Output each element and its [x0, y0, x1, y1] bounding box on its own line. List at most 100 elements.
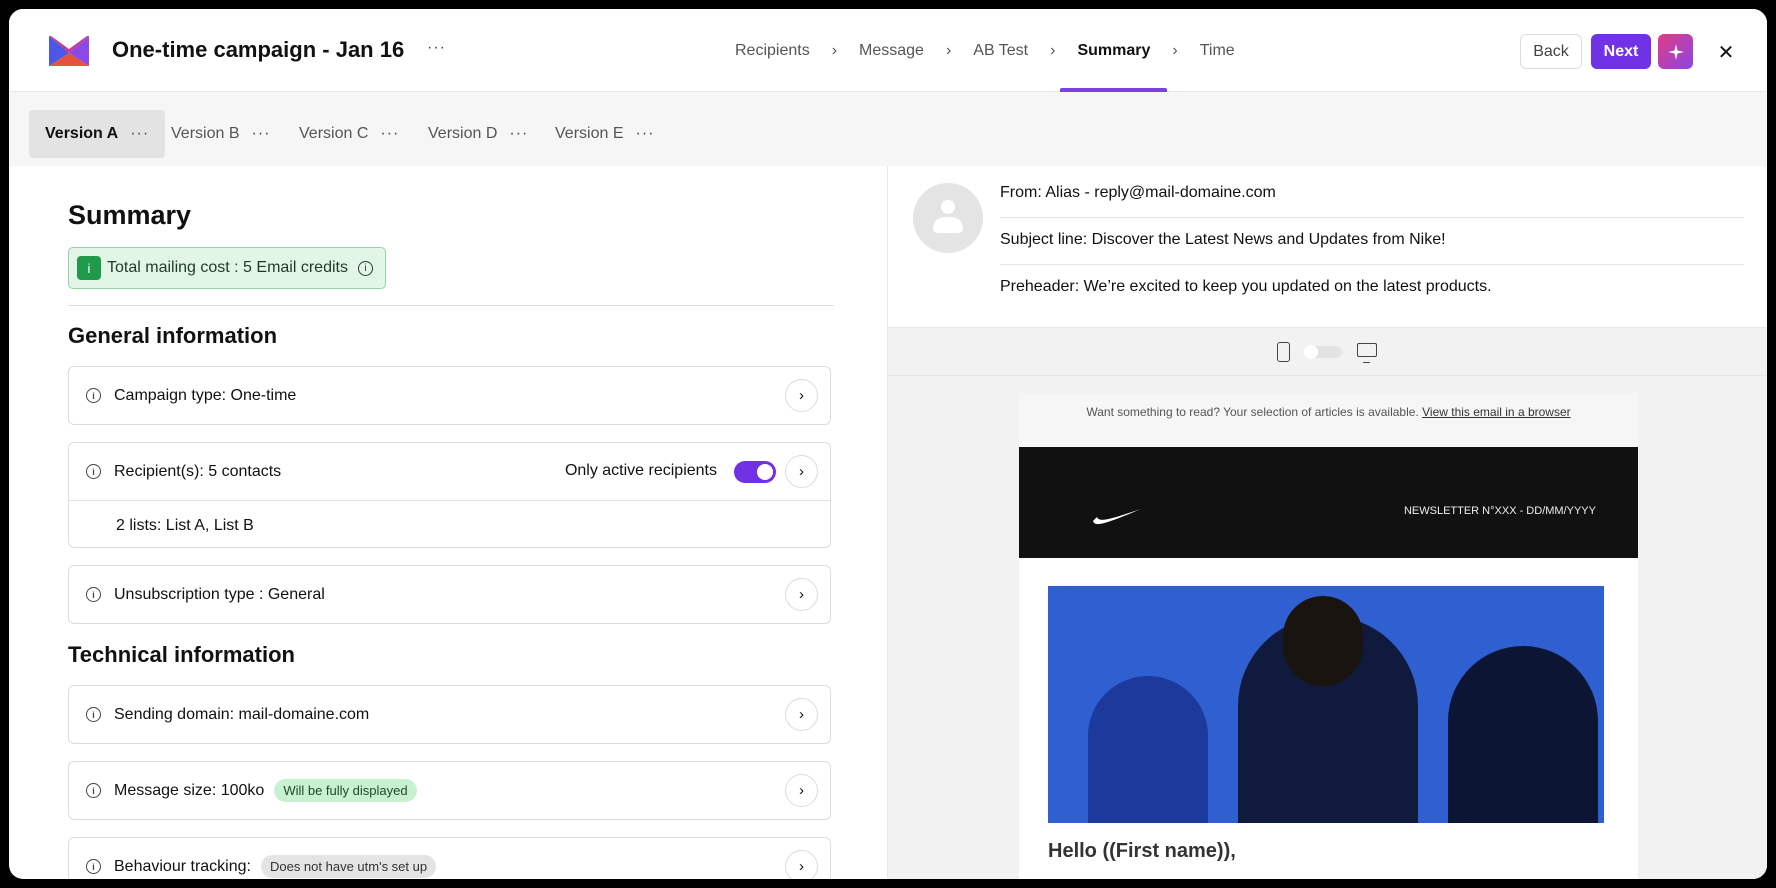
tab-label: Version C — [299, 125, 369, 142]
info-icon[interactable]: i — [357, 260, 373, 276]
tab-version-d[interactable]: Version D ··· — [412, 110, 544, 158]
sparkle-icon — [1667, 43, 1684, 60]
unsubscription-row: i Unsubscription type : General › — [69, 566, 830, 623]
hero-figure — [1088, 676, 1208, 823]
user-icon-body — [933, 217, 963, 233]
summary-heading: Summary — [68, 200, 192, 230]
summary-panel: Summary i Total mailing cost : 5 Email c… — [9, 166, 887, 879]
unsubscription-card: i Unsubscription type : General › — [68, 565, 831, 624]
technical-info-heading: Technical information — [68, 642, 295, 667]
info-icon: i — [86, 587, 101, 602]
chevron-right-icon[interactable]: › — [785, 698, 818, 731]
hero-figure — [1448, 646, 1598, 823]
recipients-text: Recipient(s): 5 contacts — [114, 462, 282, 480]
next-button[interactable]: Next — [1591, 34, 1651, 69]
hero-figure — [1283, 596, 1363, 686]
email-greeting: Hello ((First name)), — [1048, 840, 1236, 862]
chevron-right-icon: › — [831, 41, 838, 59]
sending-domain-row: i Sending domain: mail-domaine.com › — [69, 686, 830, 743]
email-preview: Want something to read? Your selection o… — [1019, 393, 1638, 879]
tab-label: Version A — [45, 125, 119, 142]
preheader-text: Preheader: We’re excited to keep you upd… — [1000, 278, 1492, 295]
view-in-browser-link[interactable]: View this email in a browser — [1422, 405, 1571, 419]
tab-label: Version D — [428, 125, 498, 142]
info-icon: i — [86, 464, 101, 479]
more-options-icon[interactable]: ··· — [427, 39, 446, 57]
step-nav: Recipients › Message › AB Test › Summary… — [735, 9, 1235, 92]
campaign-type-text: Campaign type: One-time — [114, 386, 297, 404]
tab-version-c[interactable]: Version C ··· — [283, 110, 415, 158]
sending-domain-card: i Sending domain: mail-domaine.com › — [68, 685, 831, 744]
chevron-right-icon[interactable]: › — [785, 774, 818, 807]
close-icon[interactable]: ✕ — [1714, 40, 1738, 64]
info-icon: i — [86, 859, 101, 874]
chevron-right-icon: › — [1050, 41, 1056, 59]
chevron-right-icon[interactable]: › — [785, 578, 818, 611]
mailing-cost-text: Total mailing cost : 5 Email credits — [107, 259, 348, 276]
step-ab-test[interactable]: AB Test — [973, 9, 1028, 92]
chevron-right-icon: › — [1172, 41, 1178, 59]
tab-version-e[interactable]: Version E ··· — [539, 110, 670, 158]
behaviour-tracking-row: i Behaviour tracking: Does not have utm'… — [69, 838, 830, 879]
newsletter-label: NEWSLETTER N°XXX - DD/MM/YYYY — [1403, 505, 1596, 517]
step-recipients[interactable]: Recipients — [735, 9, 810, 92]
lists-row: 2 lists: List A, List B — [69, 500, 830, 550]
more-options-icon[interactable]: ··· — [635, 125, 654, 143]
more-options-icon[interactable]: ··· — [251, 125, 270, 143]
user-icon — [941, 200, 955, 214]
sender-text: From: Alias - reply@mail-domaine.com — [1000, 184, 1276, 201]
email-preview-panel: From: Alias - reply@mail-domaine.com Sub… — [887, 166, 1767, 879]
step-message[interactable]: Message — [859, 9, 924, 92]
tab-version-a[interactable]: Version A ··· — [29, 110, 166, 158]
hero-image — [1048, 586, 1604, 823]
sending-domain-text: Sending domain: mail-domaine.com — [114, 705, 370, 723]
avatar — [913, 183, 983, 253]
behaviour-tracking-card: i Behaviour tracking: Does not have utm'… — [68, 837, 831, 879]
nike-logo-icon — [1093, 509, 1141, 525]
divider — [68, 305, 834, 306]
info-icon: i — [77, 256, 101, 280]
message-size-row: i Message size: 100ko Will be fully disp… — [69, 762, 830, 819]
only-active-label: Only active recipients — [564, 462, 717, 479]
recipients-card: i Recipient(s): 5 contacts Only active r… — [68, 442, 831, 548]
tab-label: Version B — [171, 125, 240, 142]
header: One-time campaign - Jan 16 ··· Recipient… — [9, 9, 1767, 92]
back-button[interactable]: Back — [1520, 34, 1582, 69]
unsubscription-text: Unsubscription type : General — [114, 585, 325, 603]
mailing-cost-banner: i Total mailing cost : 5 Email credits i — [68, 247, 386, 289]
general-info-heading: General information — [68, 323, 278, 348]
subject-line-text: Subject line: Discover the Latest News a… — [1000, 231, 1446, 248]
status-badge: Will be fully displayed — [274, 779, 417, 802]
ai-assistant-button[interactable] — [1658, 34, 1693, 69]
mobile-icon[interactable] — [1277, 342, 1290, 362]
device-switcher — [888, 327, 1767, 376]
email-top-text: Want something to read? Your selection o… — [1086, 405, 1419, 419]
chevron-right-icon[interactable]: › — [785, 850, 818, 879]
more-options-icon[interactable]: ··· — [509, 125, 528, 143]
step-summary[interactable]: Summary — [1060, 9, 1168, 92]
device-toggle[interactable] — [1304, 345, 1342, 359]
tab-version-b[interactable]: Version B ··· — [155, 110, 286, 158]
tab-label: Version E — [555, 125, 624, 142]
status-badge: Does not have utm's set up — [260, 855, 437, 878]
version-tabs: Version A ··· Version B ··· Version C ··… — [9, 92, 1767, 166]
info-icon: i — [86, 783, 101, 798]
brand-logo-icon — [49, 36, 89, 66]
chevron-right-icon[interactable]: › — [785, 379, 818, 412]
more-options-icon[interactable]: ··· — [380, 125, 399, 143]
step-time[interactable]: Time — [1200, 9, 1235, 92]
email-preheader-line: Want something to read? Your selection o… — [1019, 405, 1638, 419]
message-size-card: i Message size: 100ko Will be fully disp… — [68, 761, 831, 820]
more-options-icon[interactable]: ··· — [130, 125, 149, 143]
only-active-toggle[interactable] — [734, 461, 776, 483]
behaviour-tracking-text: Behaviour tracking: — [114, 857, 251, 875]
email-banner: NEWSLETTER N°XXX - DD/MM/YYYY — [1019, 447, 1638, 558]
app-window: One-time campaign - Jan 16 ··· Recipient… — [9, 9, 1767, 879]
chevron-right-icon: › — [945, 41, 952, 59]
email-body: Hello ((First name)), — [1019, 558, 1638, 879]
divider — [1000, 217, 1744, 218]
desktop-icon[interactable] — [1357, 343, 1377, 363]
campaign-title: One-time campaign - Jan 16 — [112, 37, 405, 62]
chevron-right-icon[interactable]: › — [785, 455, 818, 488]
info-icon: i — [86, 388, 101, 403]
